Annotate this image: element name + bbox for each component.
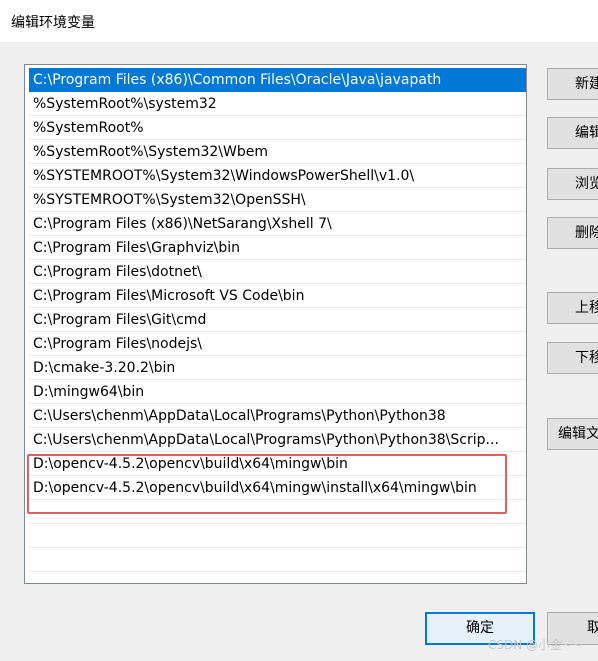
path-list-item[interactable]: C:\Program Files\Microsoft VS Code\bin (29, 284, 526, 308)
path-list-item[interactable]: C:\Users\chenm\AppData\Local\Programs\Py… (29, 428, 526, 452)
path-list-item[interactable]: D:\cmake-3.20.2\bin (29, 356, 526, 380)
edit-text-button[interactable]: 编辑文本(T)... (547, 418, 598, 450)
path-list-empty-row (29, 524, 526, 548)
path-list-item[interactable]: %SYSTEMROOT%\System32\OpenSSH\ (29, 188, 526, 212)
move-up-button[interactable]: 上移(U) (547, 292, 598, 324)
move-down-button[interactable]: 下移(O) (547, 342, 598, 374)
path-list-item[interactable]: D:\opencv-4.5.2\opencv\build\x64\mingw\i… (29, 476, 526, 500)
window-title: 编辑环境变量 (11, 15, 95, 31)
new-button[interactable]: 新建(N) (547, 68, 598, 100)
watermark: CSDN @小金~~ (488, 638, 583, 652)
edit-button[interactable]: 编辑(E) (547, 117, 598, 149)
path-list-item[interactable]: C:\Program Files (x86)\Common Files\Orac… (29, 68, 526, 92)
path-list-item[interactable]: D:\mingw64\bin (29, 380, 526, 404)
path-list-item[interactable]: %SYSTEMROOT%\System32\WindowsPowerShell\… (29, 164, 526, 188)
path-list-empty-row (29, 500, 526, 524)
browse-button[interactable]: 浏览(B)... (547, 168, 598, 200)
path-list-item[interactable]: C:\Users\chenm\AppData\Local\Programs\Py… (29, 404, 526, 428)
title-bar: 编辑环境变量 (0, 0, 598, 42)
path-list-item[interactable]: D:\opencv-4.5.2\opencv\build\x64\mingw\b… (29, 452, 526, 476)
path-list-item[interactable]: %SystemRoot%\System32\Wbem (29, 140, 526, 164)
path-list[interactable]: C:\Program Files (x86)\Common Files\Orac… (24, 64, 527, 584)
path-list-item[interactable]: C:\Program Files (x86)\NetSarang\Xshell … (29, 212, 526, 236)
path-list-item[interactable]: C:\Program Files\nodejs\ (29, 332, 526, 356)
path-list-item[interactable]: C:\Program Files\dotnet\ (29, 260, 526, 284)
path-list-item[interactable]: C:\Program Files\Graphviz\bin (29, 236, 526, 260)
delete-button[interactable]: 删除(D) (547, 217, 598, 249)
path-list-item[interactable]: %SystemRoot%\system32 (29, 92, 526, 116)
path-list-item[interactable]: %SystemRoot% (29, 116, 526, 140)
path-list-item[interactable]: C:\Program Files\Git\cmd (29, 308, 526, 332)
path-list-empty-row (29, 548, 526, 572)
